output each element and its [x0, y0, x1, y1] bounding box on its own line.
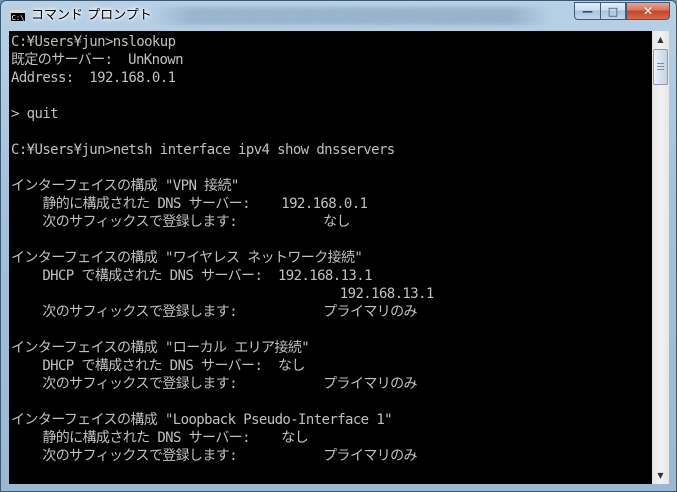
console-output[interactable]: C:¥Users¥jun>nslookup 既定のサーバー: UnKnown Add…: [9, 31, 652, 484]
caption-buttons: — □ ✕: [574, 2, 670, 20]
scroll-grip: [657, 66, 664, 67]
console-text: C:¥Users¥jun>nslookup 既定のサーバー: UnKnown Add…: [11, 33, 434, 483]
window-title: コマンド プロンプト: [31, 8, 152, 23]
vertical-scrollbar[interactable]: ▲ ▼: [652, 31, 669, 484]
command-prompt-icon[interactable]: C:\: [10, 10, 26, 22]
scroll-down-arrow-icon[interactable]: ▼: [652, 467, 669, 484]
title-bar-glass: [151, 7, 551, 25]
console-line: 次のサフィックスで登録します: プライマリのみ: [11, 448, 417, 464]
console-line: 次のサフィックスで登録します: プライマリのみ: [11, 376, 417, 392]
maximize-button[interactable]: □: [600, 2, 626, 20]
scroll-thumb[interactable]: [653, 49, 668, 85]
console-line: DHCP で構成された DNS サーバー: なし: [11, 358, 305, 374]
scroll-grip: [657, 69, 664, 70]
window-bottom-frame: [9, 484, 669, 491]
console-line: インターフェイスの構成 "Loopback Pseudo-Interface 1…: [11, 412, 393, 428]
console-line: C:¥Users¥jun>nslookup: [11, 34, 176, 50]
console-line: インターフェイスの構成 "VPN 接続": [11, 178, 239, 194]
console-line: 静的に構成された DNS サーバー: なし: [11, 430, 309, 446]
console-line: DHCP で構成された DNS サーバー: 192.168.13.1: [11, 268, 372, 284]
console-line: C:¥Users¥jun>netsh interface ipv4 show d…: [11, 142, 395, 158]
title-bar[interactable]: C:\ コマンド プロンプト — □ ✕: [1, 1, 676, 31]
console-line: 次のサフィックスで登録します: プライマリのみ: [11, 304, 417, 320]
console-line: 次のサフィックスで登録します: なし: [11, 214, 350, 230]
console-line: インターフェイスの構成 "ワイヤレス ネットワーク接続": [11, 250, 363, 266]
console-line: インターフェイスの構成 "ローカル エリア接続": [11, 340, 310, 356]
close-button[interactable]: ✕: [626, 2, 670, 20]
command-prompt-window: C:\ コマンド プロンプト — □ ✕ C:¥Users¥jun>nslook…: [0, 0, 677, 492]
scroll-up-arrow-icon[interactable]: ▲: [652, 31, 669, 48]
console-line: 192.168.13.1: [11, 286, 435, 302]
console-line: > quit: [11, 106, 59, 122]
minimize-button[interactable]: —: [574, 2, 600, 20]
console-line: 既定のサーバー: UnKnown: [11, 52, 184, 68]
console-line: Address: 192.168.0.1: [11, 70, 176, 86]
scroll-grip: [657, 63, 664, 64]
console-line: 静的に構成された DNS サーバー: 192.168.0.1: [11, 196, 368, 212]
